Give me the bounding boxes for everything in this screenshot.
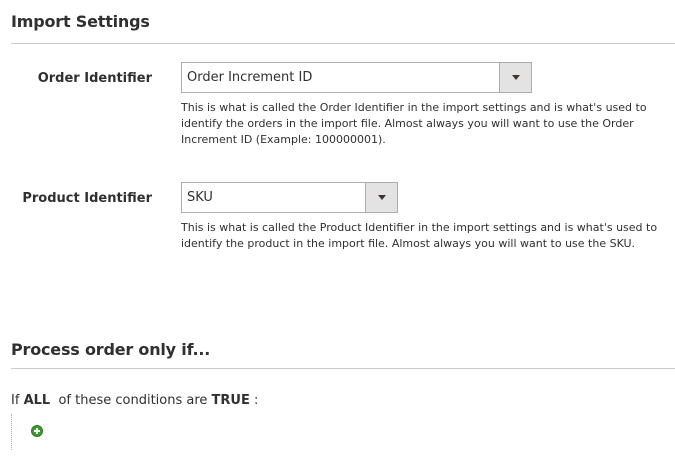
conditions-tree-line [11,414,12,450]
product-identifier-note: This is what is called the Product Ident… [181,221,658,250]
aggregator-selector[interactable]: ALL [24,393,51,408]
conditions-statement: If ALL of these conditions are TRUE : [11,393,258,408]
order-identifier-dropdown-button[interactable] [499,63,531,92]
import-settings-title: Import Settings [11,12,150,31]
order-identifier-label: Order Identifier [37,71,152,86]
add-circle-icon[interactable] [31,425,43,437]
chevron-down-icon [378,195,386,200]
product-identifier-value: SKU [187,190,213,205]
conditions-suffix: : [254,393,259,408]
chevron-down-icon [512,75,520,80]
product-identifier-select[interactable]: SKU [181,182,398,213]
value-selector[interactable]: TRUE [212,393,250,408]
page: Import Settings Order Identifier Order I… [0,0,675,463]
order-identifier-note: This is what is called the Order Identif… [181,101,647,146]
product-identifier-dropdown-button[interactable] [365,183,397,212]
conditions-middle: of these conditions are [58,393,208,408]
product-identifier-label: Product Identifier [22,191,152,206]
section-divider [11,43,675,44]
order-identifier-value: Order Increment ID [187,70,313,85]
section-divider [11,368,675,369]
order-identifier-select[interactable]: Order Increment ID [181,62,532,93]
conditions-prefix: If [11,393,20,408]
process-conditions-title: Process order only if... [11,340,211,359]
